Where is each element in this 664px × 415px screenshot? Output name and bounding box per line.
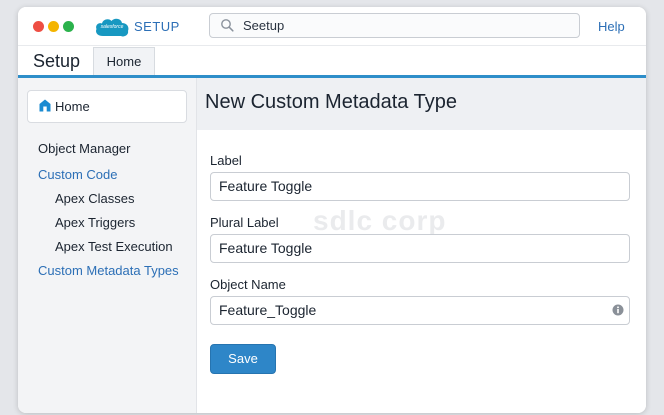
label-field-value[interactable]: Feature Toggle xyxy=(219,178,312,194)
sidebar-item-apex-test-execution[interactable]: Apex Test Execution xyxy=(55,239,173,254)
sidebar-item-custom-metadata-types[interactable]: Custom Metadata Types xyxy=(38,263,179,278)
sidebar-item-custom-code[interactable]: Custom Code xyxy=(38,167,117,182)
form-title: New Custom Metadata Type xyxy=(205,91,457,113)
salesforce-logo-text: salesforce xyxy=(100,24,124,30)
plural-label-field-label: Plural Label xyxy=(210,215,279,230)
sidebar-item-home[interactable]: Home xyxy=(27,90,187,123)
object-name-field[interactable]: Feature_Toggle xyxy=(210,296,630,325)
home-icon xyxy=(39,99,51,112)
watermark: sdlc corp xyxy=(313,205,447,236)
sidebar-item-label: Home xyxy=(55,99,90,114)
object-name-field-value[interactable]: Feature_Toggle xyxy=(219,302,316,318)
close-window-button[interactable] xyxy=(33,21,44,32)
sidebar-item-apex-classes[interactable]: Apex Classes xyxy=(55,191,134,206)
sidebar-item-object-manager[interactable]: Object Manager xyxy=(38,141,131,156)
top-bar: salesforce SETUP Seetup Help xyxy=(18,7,646,45)
search-input[interactable]: Seetup xyxy=(209,13,580,38)
minimize-window-button[interactable] xyxy=(48,21,59,32)
help-link[interactable]: Help xyxy=(598,19,625,34)
info-icon[interactable] xyxy=(612,304,624,316)
app-window: salesforce SETUP Seetup Help Setup Home … xyxy=(18,7,646,413)
label-field[interactable]: Feature Toggle xyxy=(210,172,630,201)
main-content: New Custom Metadata Type sdlc corp Label… xyxy=(197,78,646,413)
search-icon xyxy=(221,19,234,32)
save-button[interactable]: Save xyxy=(210,344,276,374)
object-name-field-label: Object Name xyxy=(210,277,286,292)
plural-label-field[interactable]: Feature Toggle xyxy=(210,234,630,263)
maximize-window-button[interactable] xyxy=(63,21,74,32)
nav-bar: Setup Home xyxy=(18,45,646,77)
main-header: New Custom Metadata Type xyxy=(197,78,646,130)
app-name: SETUP xyxy=(134,19,180,34)
label-field-label: Label xyxy=(210,153,242,168)
sidebar-item-apex-triggers[interactable]: Apex Triggers xyxy=(55,215,135,230)
tab-home[interactable]: Home xyxy=(93,47,155,77)
page-title: Setup xyxy=(33,51,81,71)
plural-label-field-value[interactable]: Feature Toggle xyxy=(219,240,312,256)
sidebar: Home Object Manager Custom Code Apex Cla… xyxy=(18,78,197,413)
search-input-value[interactable]: Seetup xyxy=(243,18,284,33)
